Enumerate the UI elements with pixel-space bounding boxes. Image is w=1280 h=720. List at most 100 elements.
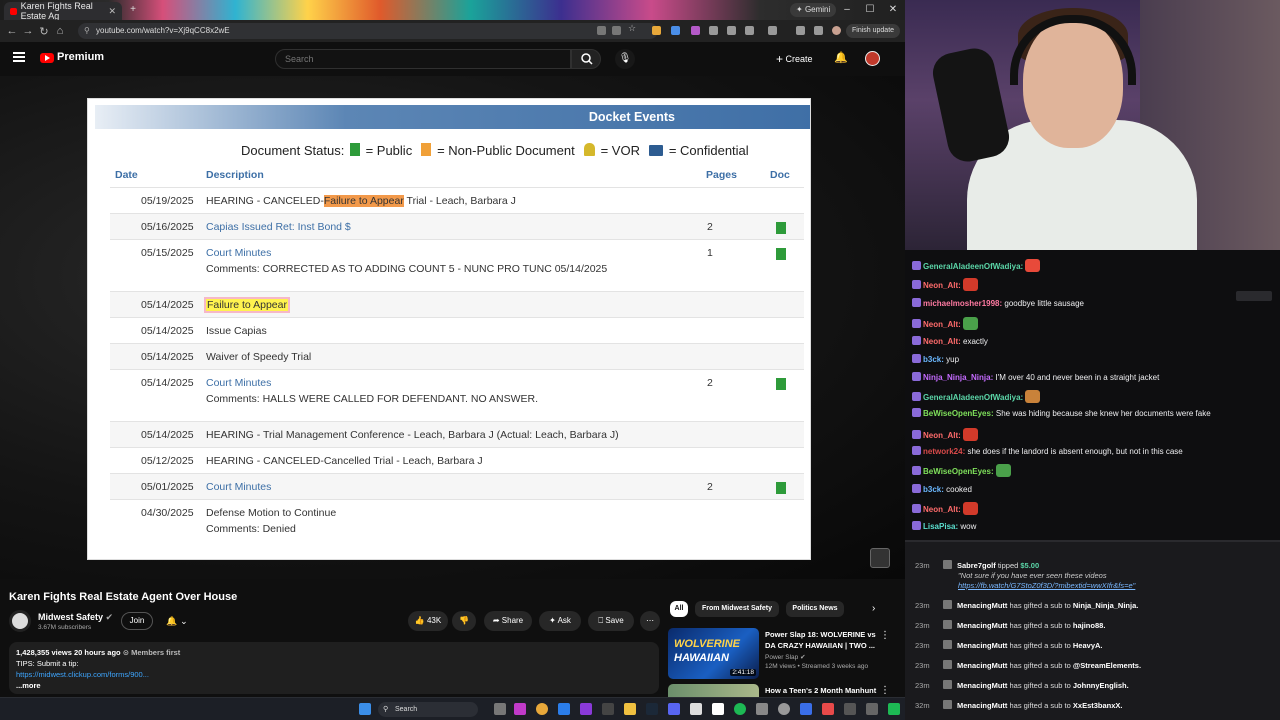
related-thumbnail-2[interactable]: [668, 684, 759, 697]
related-thumbnail-1[interactable]: WOLVERINE HAWAIIAN 2:41:18: [668, 628, 759, 679]
extension-2-icon[interactable]: [671, 26, 680, 35]
youtube-premium-label[interactable]: Premium: [57, 51, 104, 63]
chat-username[interactable]: michaelmosher1998: [923, 299, 1000, 308]
hamburger-menu-icon[interactable]: [13, 52, 25, 62]
site-info-icon[interactable]: ⚲: [84, 23, 90, 39]
chat-username[interactable]: BeWiseOpenEyes: [923, 467, 991, 476]
finish-update-button[interactable]: Finish update: [846, 24, 901, 38]
app-icon-8[interactable]: [888, 703, 900, 715]
chat-username[interactable]: Neon_Alt: [923, 431, 958, 440]
chat-username[interactable]: Neon_Alt: [923, 320, 958, 329]
obs-icon[interactable]: [778, 703, 790, 715]
close-window-icon[interactable]: ✕: [886, 3, 900, 17]
home-icon[interactable]: ⌂: [52, 25, 68, 37]
document-icon[interactable]: [776, 248, 786, 260]
description-more[interactable]: ...more: [16, 681, 41, 690]
task-view-icon[interactable]: [494, 703, 506, 715]
video-description[interactable]: 1,428,355 views 20 hours ago ⊙ Members f…: [9, 642, 659, 694]
maximize-icon[interactable]: ☐: [863, 3, 877, 17]
subscription-bell-button[interactable]: 🔔 ⌄: [160, 612, 194, 630]
chat-username[interactable]: network24: [923, 447, 963, 456]
new-tab-icon[interactable]: +: [126, 3, 140, 17]
video-player[interactable]: Docket Events Document Status: = Public …: [0, 76, 905, 579]
channel-name[interactable]: Midwest Safety ✔: [38, 612, 113, 623]
col-date[interactable]: Date: [115, 169, 138, 181]
description-link[interactable]: https://midwest.clickup.com/forms/900...: [16, 670, 149, 679]
chips-next-icon[interactable]: ›: [872, 603, 875, 614]
youtube-logo-icon[interactable]: [40, 53, 54, 63]
share-button[interactable]: ➦ Share: [484, 611, 532, 631]
col-doc[interactable]: Doc: [770, 169, 790, 181]
voice-search-mic-icon[interactable]: 🎙: [615, 49, 635, 69]
channel-avatar[interactable]: [9, 610, 31, 632]
chat-username[interactable]: GeneralAladeenOfWadiya: [923, 393, 1021, 402]
related-more-icon-2[interactable]: ⋮: [880, 685, 890, 696]
like-button[interactable]: 👍 43K: [408, 611, 448, 631]
search-input[interactable]: [275, 49, 571, 69]
spotify-icon[interactable]: [734, 703, 746, 715]
chat-username[interactable]: Neon_Alt: [923, 505, 958, 514]
document-icon[interactable]: [776, 378, 786, 390]
save-button[interactable]: ⎕ Save: [588, 611, 634, 631]
sidebar-icon[interactable]: [768, 26, 777, 35]
app-icon-3[interactable]: [690, 703, 702, 715]
profile-avatar[interactable]: [832, 26, 841, 35]
col-description[interactable]: Description: [206, 169, 264, 181]
notifications-bell-icon[interactable]: 🔔: [834, 51, 848, 64]
row-description[interactable]: Capias Issued Ret: Inst Bond $: [206, 221, 351, 233]
discord-icon[interactable]: [668, 703, 680, 715]
zoom-icon[interactable]: [597, 26, 606, 35]
related-chip[interactable]: From Midwest Safety: [695, 601, 779, 617]
related-chip[interactable]: Politics News: [786, 601, 844, 617]
chat-controls[interactable]: [1236, 291, 1272, 301]
related-title-2[interactable]: How a Teen's 2 Month Manhunt: [765, 686, 876, 695]
join-button[interactable]: Join: [121, 612, 153, 630]
related-chip[interactable]: All: [670, 601, 688, 617]
document-icon[interactable]: [776, 482, 786, 494]
chrome-icon[interactable]: [536, 703, 548, 715]
more-actions-button[interactable]: ⋯: [640, 611, 660, 631]
dislike-button[interactable]: 👎: [452, 611, 476, 631]
tab-close-icon[interactable]: ✕: [108, 6, 116, 17]
back-icon[interactable]: ←: [4, 25, 20, 37]
search-button[interactable]: [571, 49, 601, 69]
tab-search-icon[interactable]: [814, 26, 823, 35]
chat-username[interactable]: b3ck: [923, 485, 941, 494]
url-field[interactable]: ⚲ youtube.com/watch?v=Xj9qCC8x2wE: [78, 23, 658, 39]
windows-start-icon[interactable]: [359, 703, 371, 715]
app-icon-6[interactable]: [844, 703, 856, 715]
app-icon-5[interactable]: [800, 703, 812, 715]
related-more-icon-1[interactable]: ⋮: [880, 630, 890, 641]
screen-share-icon[interactable]: [612, 26, 621, 35]
row-description[interactable]: Court Minutes: [206, 247, 271, 259]
chat-username[interactable]: GeneralAladeenOfWadiya: [923, 262, 1021, 271]
create-button[interactable]: + Create: [776, 52, 813, 66]
taskbar-search[interactable]: ⚲ Search: [378, 702, 478, 717]
chat-username[interactable]: b3ck: [923, 355, 941, 364]
chat-username[interactable]: Neon_Alt: [923, 337, 958, 346]
col-pages[interactable]: Pages: [706, 169, 737, 181]
chat-username[interactable]: Ninja_Ninja_Ninja: [923, 373, 991, 382]
app-icon-7[interactable]: [866, 703, 878, 715]
row-description[interactable]: Court Minutes: [206, 377, 271, 389]
forward-icon[interactable]: →: [20, 25, 36, 37]
tip-link[interactable]: https://fb.watch/G7StoZ0f3D/?mibextid=ww…: [958, 581, 1135, 590]
extension-4-icon[interactable]: [709, 26, 718, 35]
reload-icon[interactable]: ↻: [36, 25, 52, 38]
document-icon[interactable]: [776, 222, 786, 234]
channel-watermark[interactable]: [870, 548, 890, 568]
download-icon[interactable]: [796, 26, 805, 35]
chat-username[interactable]: BeWiseOpenEyes: [923, 409, 991, 418]
extension-1-icon[interactable]: [652, 26, 661, 35]
related-title-1b[interactable]: DA CRAZY HAWAIIAN | TWO ...: [765, 641, 875, 650]
extension-3-icon[interactable]: [691, 26, 700, 35]
app-icon-2[interactable]: [602, 703, 614, 715]
steam-icon[interactable]: [646, 703, 658, 715]
browser-tab-active[interactable]: Karen Fights Real Estate Ag ✕: [4, 1, 122, 21]
row-description[interactable]: Court Minutes: [206, 481, 271, 493]
file-explorer-icon[interactable]: [624, 703, 636, 715]
app-icon-4[interactable]: [756, 703, 768, 715]
chat-username[interactable]: Neon_Alt: [923, 281, 958, 290]
minimize-icon[interactable]: –: [840, 3, 854, 17]
bookmark-star-icon[interactable]: ☆: [628, 23, 637, 33]
